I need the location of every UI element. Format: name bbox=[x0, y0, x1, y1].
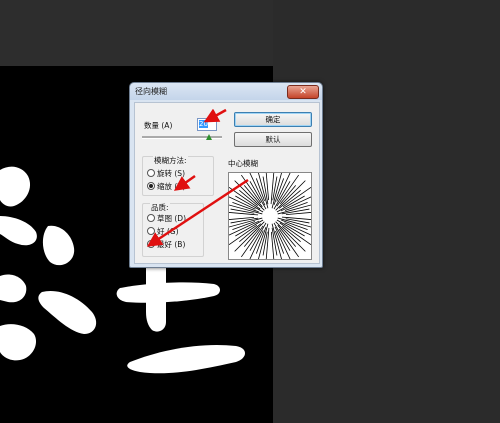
best-label[interactable]: 最好 (B) bbox=[157, 239, 185, 250]
radio-good[interactable] bbox=[147, 227, 155, 235]
dialog-body: 数量 (A) 20 确定 默认 模糊方法: 旋转 (S) 缩放 (Z) 品质: … bbox=[134, 102, 320, 266]
spin-label[interactable]: 旋转 (S) bbox=[157, 168, 185, 179]
ok-button[interactable]: 确定 bbox=[234, 112, 312, 127]
radio-best[interactable] bbox=[147, 240, 155, 248]
amount-label: 数量 (A) bbox=[144, 121, 173, 130]
blur-center-label: 中心模糊 bbox=[228, 159, 258, 168]
blur-method-label: 模糊方法: bbox=[153, 155, 188, 166]
amount-value: 20 bbox=[199, 120, 208, 128]
radio-spin[interactable] bbox=[147, 169, 155, 177]
good-label[interactable]: 好 (G) bbox=[157, 226, 179, 237]
quality-label: 品质: bbox=[150, 202, 170, 213]
close-button[interactable]: ✕ bbox=[287, 85, 319, 99]
blur-center-preview[interactable] bbox=[220, 166, 320, 266]
radial-lines-graphic bbox=[220, 166, 320, 266]
dialog-titlebar[interactable]: 径向模糊 ✕ bbox=[130, 83, 322, 100]
zoom-label[interactable]: 缩放 (Z) bbox=[157, 181, 185, 192]
amount-input[interactable]: 20 bbox=[197, 118, 217, 131]
dialog-title: 径向模糊 bbox=[135, 87, 167, 96]
radial-blur-dialog: 径向模糊 ✕ 数量 (A) 20 确定 默认 模糊方法: 旋转 (S) 缩放 (… bbox=[129, 82, 323, 268]
amount-slider-thumb[interactable] bbox=[206, 134, 212, 140]
default-button[interactable]: 默认 bbox=[234, 132, 312, 147]
radio-draft[interactable] bbox=[147, 214, 155, 222]
draft-label[interactable]: 草图 (D) bbox=[157, 213, 186, 224]
radio-zoom[interactable] bbox=[147, 182, 155, 190]
